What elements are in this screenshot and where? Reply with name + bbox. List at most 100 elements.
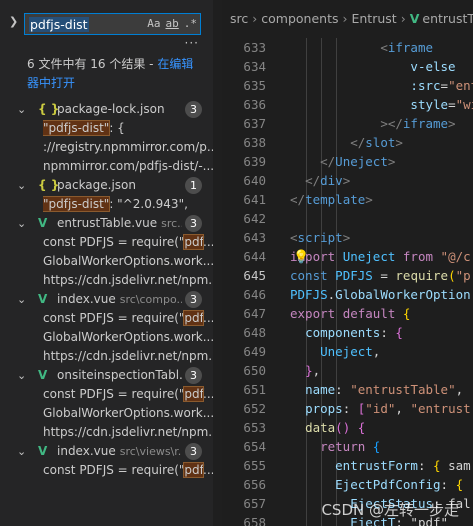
result-file-row[interactable]: ⌄ Vindex.vue src\views\r... 3 bbox=[0, 442, 213, 461]
panel-divider[interactable] bbox=[213, 0, 222, 526]
match-case-icon[interactable]: Aa bbox=[147, 17, 160, 30]
line-number: 650 bbox=[243, 363, 266, 378]
match-text: GlobalWorkerOptions.work... bbox=[43, 328, 213, 347]
file-name: package.json bbox=[57, 178, 137, 192]
code-line[interactable]: 638 </slot> bbox=[222, 133, 473, 152]
result-match-row[interactable]: const PDFJS = require("pdf... bbox=[0, 385, 213, 404]
breadcrumb-item[interactable]: entrustT bbox=[422, 11, 473, 26]
code-line[interactable]: 644 import Uneject from "@/c bbox=[222, 247, 473, 266]
breadcrumb-item[interactable]: components bbox=[261, 11, 338, 26]
breadcrumb-separator-icon: › bbox=[342, 11, 348, 26]
code-line[interactable]: 639 </Uneject> bbox=[222, 152, 473, 171]
code-token: > bbox=[365, 192, 373, 207]
match-whole-word-icon[interactable]: ab bbox=[166, 17, 179, 30]
result-match-row[interactable]: npmmirror.com/pdfjs-dist/-... bbox=[0, 157, 213, 176]
chevron-down-icon[interactable]: ⌄ bbox=[17, 176, 26, 195]
code-token: { bbox=[395, 325, 403, 340]
search-input[interactable]: pdfjs-dist Aa ab .* bbox=[24, 13, 201, 35]
code-token: { bbox=[402, 306, 411, 321]
code-editor[interactable]: src › components › Entrust › VentrustT 633 <if… bbox=[222, 0, 473, 526]
result-match-row[interactable]: ://registry.npmmirror.com/p... bbox=[0, 138, 213, 157]
code-line[interactable]: 645 const PDFJS = require("p bbox=[222, 266, 473, 285]
result-match-row[interactable]: GlobalWorkerOptions.work... bbox=[0, 252, 213, 271]
result-file-row[interactable]: ⌄ Vindex.vue src\compo... 3 bbox=[0, 290, 213, 309]
code-line[interactable]: 637 ></iframe> bbox=[222, 114, 473, 133]
code-token: style bbox=[410, 97, 449, 112]
code-line[interactable]: 642 bbox=[222, 209, 473, 228]
result-match-row[interactable]: https://cdn.jsdelivr.net/npm... bbox=[0, 423, 213, 442]
result-match-row[interactable]: "pdfjs-dist": "^2.0.943", bbox=[0, 195, 213, 214]
result-match-row[interactable]: GlobalWorkerOptions.work... bbox=[0, 328, 213, 347]
code-line[interactable]: 643 <script> bbox=[222, 228, 473, 247]
code-line[interactable]: 636 style="width: bbox=[222, 95, 473, 114]
code-text: return { bbox=[290, 437, 380, 456]
chevron-down-icon[interactable]: ⌄ bbox=[17, 366, 26, 385]
result-match-row[interactable]: GlobalWorkerOptions.work... bbox=[0, 404, 213, 423]
code-line[interactable]: 649 Uneject, bbox=[222, 342, 473, 361]
use-regex-icon[interactable]: .* bbox=[184, 17, 197, 30]
code-line[interactable]: 646 PDFJS.GlobalWorkerOption bbox=[222, 285, 473, 304]
code-line[interactable]: 647 export default { bbox=[222, 304, 473, 323]
code-line[interactable]: 650 }, bbox=[222, 361, 473, 380]
match-count-badge: 3 bbox=[185, 443, 202, 460]
match-prefix: const PDFJS = require(" bbox=[43, 463, 185, 477]
code-line[interactable]: 641 </template> bbox=[222, 190, 473, 209]
match-text: const PDFJS = require("pdf... bbox=[43, 461, 213, 480]
code-line[interactable]: 655 entrustForm: { sam bbox=[222, 456, 473, 475]
result-file-row[interactable]: ⌄{ } package-lock.json 3 bbox=[0, 100, 213, 119]
code-token: "entrust bbox=[410, 401, 471, 416]
result-match-row[interactable]: "pdfjs-dist": { bbox=[0, 119, 213, 138]
result-match-row[interactable]: const PDFJS = require("pdf... bbox=[0, 233, 213, 252]
chevron-down-icon[interactable]: ⌄ bbox=[17, 214, 26, 233]
code-text: </slot> bbox=[290, 133, 403, 152]
result-file-row[interactable]: ⌄{ } package.json 1 bbox=[0, 176, 213, 195]
match-text: GlobalWorkerOptions.work... bbox=[43, 404, 213, 423]
line-number: 652 bbox=[243, 401, 266, 416]
chevron-down-icon[interactable]: ⌄ bbox=[17, 290, 26, 309]
line-number: 646 bbox=[243, 287, 266, 302]
code-line[interactable]: 651 name: "entrustTable", bbox=[222, 380, 473, 399]
code-line[interactable]: 652 props: ["id", "entrust bbox=[222, 399, 473, 418]
breadcrumb-item[interactable]: Entrust bbox=[351, 11, 396, 26]
code-line[interactable]: 634 v-else bbox=[222, 57, 473, 76]
code-line[interactable]: 653 data() { bbox=[222, 418, 473, 437]
code-line[interactable]: 640 </div> bbox=[222, 171, 473, 190]
code-text: ></iframe> bbox=[290, 114, 455, 133]
code-token: : bbox=[342, 401, 358, 416]
result-file-row[interactable]: ⌄ VentrustTable.vuesrc...3 bbox=[0, 214, 213, 233]
code-token: , bbox=[455, 382, 464, 397]
line-number: 637 bbox=[243, 116, 266, 131]
match-highlight: pdf bbox=[183, 462, 204, 478]
match-text: const PDFJS = require("pdf... bbox=[43, 309, 213, 328]
result-match-row[interactable]: https://cdn.jsdelivr.net/npm... bbox=[0, 347, 213, 366]
toggle-replace-icon[interactable]: ❯ bbox=[9, 15, 18, 28]
code-token: default bbox=[342, 306, 396, 321]
breadcrumb-item[interactable]: src bbox=[230, 11, 248, 26]
code-text: </template> bbox=[290, 190, 373, 209]
result-file-row[interactable]: ⌄ VonsiteinspectionTabl... 3 bbox=[0, 366, 213, 385]
result-match-row[interactable]: https://cdn.jsdelivr.net/npm... bbox=[0, 271, 213, 290]
code-token: "width: bbox=[455, 97, 473, 112]
code-token: > bbox=[342, 173, 351, 188]
result-match-row[interactable]: const PDFJS = require("pdf... bbox=[0, 309, 213, 328]
code-token: name bbox=[305, 382, 336, 397]
code-text: import Uneject from "@/c bbox=[290, 247, 471, 266]
chevron-down-icon[interactable]: ⌄ bbox=[17, 100, 26, 119]
line-number: 654 bbox=[243, 439, 266, 454]
code-text: export default { bbox=[290, 304, 410, 323]
lightbulb-icon[interactable]: 💡 bbox=[293, 250, 309, 265]
code-token: slot bbox=[365, 135, 396, 150]
more-actions-icon[interactable]: ··· bbox=[185, 36, 199, 50]
match-text: const PDFJS = require("pdf... bbox=[43, 385, 213, 404]
code-text: v-else bbox=[290, 57, 455, 76]
code-line[interactable]: 656 EjectPdfConfig: { bbox=[222, 475, 473, 494]
chevron-down-icon[interactable]: ⌄ bbox=[17, 442, 26, 461]
code-line[interactable]: 633 <iframe bbox=[222, 38, 473, 57]
code-line[interactable]: 648 components: { bbox=[222, 323, 473, 342]
result-match-row[interactable]: const PDFJS = require("pdf... bbox=[0, 461, 213, 480]
search-query[interactable]: pdfjs-dist bbox=[29, 17, 89, 32]
breadcrumb-separator-icon: › bbox=[400, 11, 406, 26]
code-line[interactable]: 654 return { bbox=[222, 437, 473, 456]
code-line[interactable]: 635 :src="entrustF bbox=[222, 76, 473, 95]
match-prefix: const PDFJS = require(" bbox=[43, 311, 185, 325]
